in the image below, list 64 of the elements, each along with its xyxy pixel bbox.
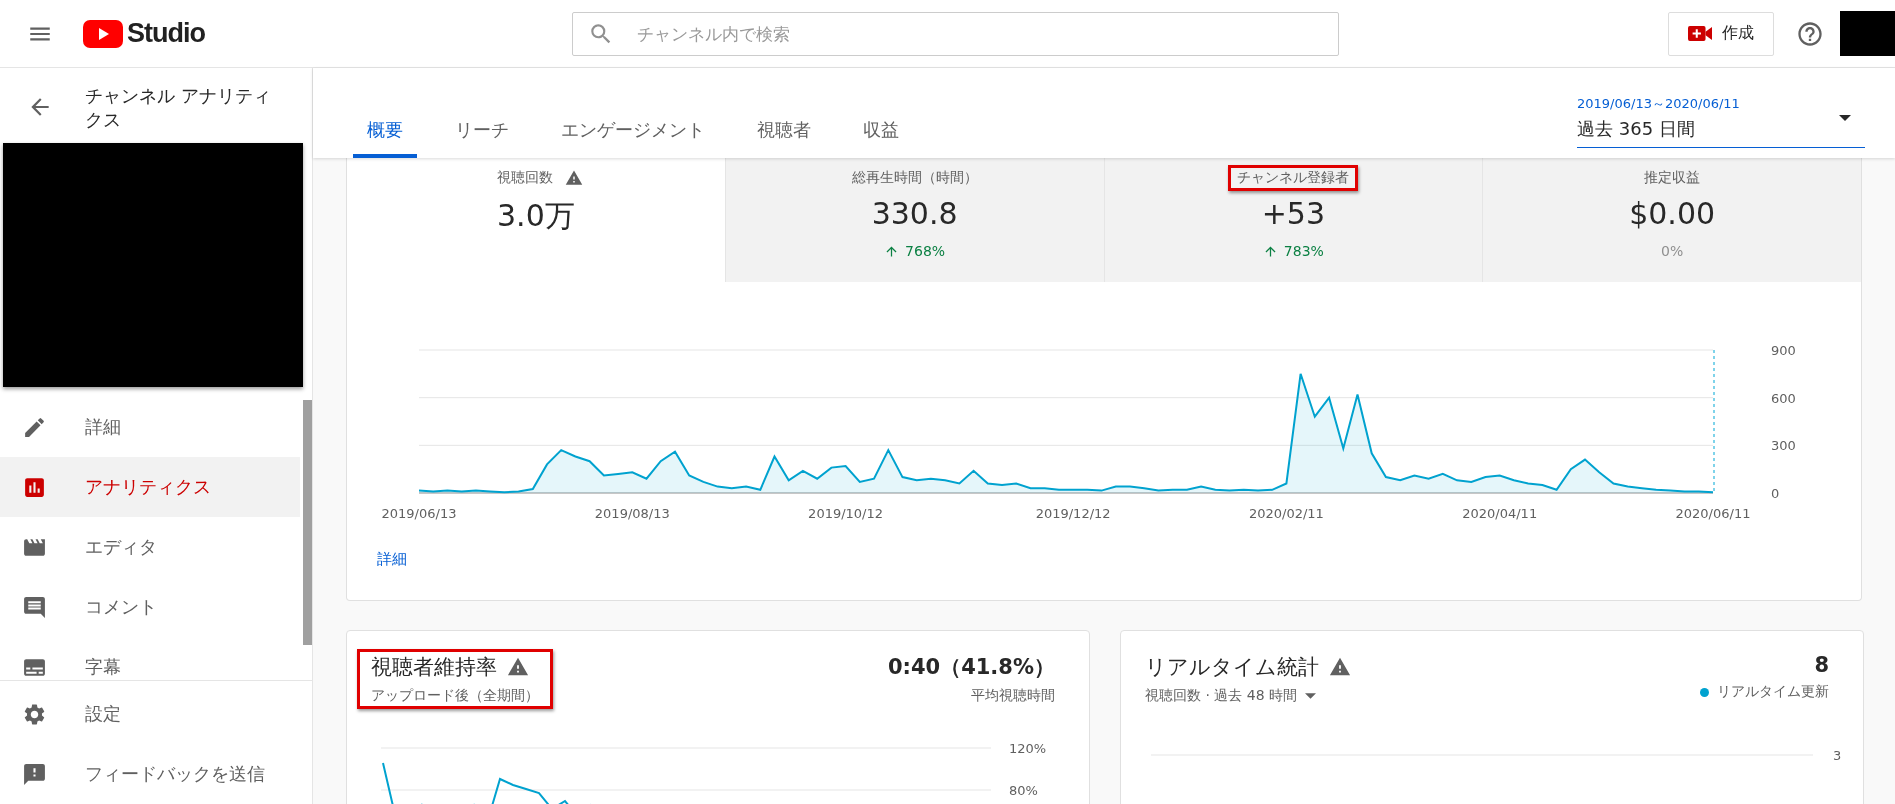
caret-icon [1305,693,1317,699]
nav-item[interactable]: エディタ [0,517,300,577]
logo-text[interactable]: Studio [127,18,205,49]
axis-label: 2019/12/12 [1035,506,1111,521]
stat-value: 0:40（41.8%） [887,654,1055,681]
change-text: 783% [1283,243,1324,259]
tab[interactable]: 視聴者 [743,102,825,158]
metric-label: 推定収益 [1643,168,1702,187]
scrollbar-thumb[interactable] [303,400,312,645]
status-text: リアルタイム更新 [1717,683,1829,701]
axis-label: 300 [1771,438,1796,454]
axis-label: 0 [1771,486,1780,501]
nav-item[interactable]: フィードバックを送信 [0,744,300,804]
axis-label: 80% [1009,783,1038,798]
details-link[interactable]: 詳細 [377,550,407,569]
axis-label: 2019/08/13 [594,506,670,521]
axis-label: 2019/10/12 [808,506,884,521]
axis-label: 600 [1771,390,1796,406]
metric-value: 3.0万 [497,197,575,235]
nav-item[interactable]: 詳細 [0,397,300,457]
axis-label: 120% [1009,741,1047,756]
tab[interactable]: エンゲージメント [547,102,719,158]
change-text: 768% [905,243,946,259]
metric-dropdown[interactable]: 視聴回数 · 過去 48 時間 [1145,687,1351,705]
metric-tile[interactable]: 総再生時間（時間） 330.8 768% [724,158,1104,282]
feedback-icon [22,761,47,787]
metric-tile[interactable]: 推定収益 $0.00 0% [1482,158,1861,282]
card-title: リアルタイム統計 [1145,654,1319,681]
date-range-dropdown[interactable]: 2019/06/13～2020/06/11 過去 365 日間 [1577,95,1865,148]
axis-label: 2019/06/13 [381,506,457,521]
tab[interactable]: 収益 [849,102,913,158]
axis-label: 2020/06/11 [1675,506,1751,521]
card-title: 視聴者維持率 [371,654,497,681]
page-title: チャンネル アナリティクス [85,84,272,132]
axis-label: 2020/04/11 [1462,506,1538,521]
tab[interactable]: リーチ [441,102,523,158]
date-range-text: 2019/06/13～2020/06/11 [1577,95,1741,113]
axis-label: 900 [1771,343,1796,358]
video-camera-plus-icon [1688,25,1712,42]
period-text: 過去 365 日間 [1577,117,1696,141]
stat-value: 8 [1814,653,1829,677]
nav-item[interactable]: 字幕 [0,637,300,680]
nav-item[interactable]: アナリティクス [0,457,300,517]
metric-label: チャンネル登録者 [1228,165,1359,191]
create-button[interactable]: 作成 [1668,11,1774,56]
search-field[interactable]: チャンネル内で検索 [572,11,1339,56]
stat-caption: 平均視聴時間 [971,687,1055,705]
comment-icon [22,594,47,620]
nav-item[interactable]: コメント [0,577,300,637]
play-logo-icon[interactable] [83,19,123,48]
axis-label: 2020/02/11 [1248,506,1324,521]
metric-value: +53 [1261,196,1326,231]
metric-label: 視聴回数 [495,168,554,187]
axis-label: 3 [1833,748,1842,763]
status-dot [1700,687,1709,697]
metric-value: 330.8 [871,196,958,231]
caret-icon [1839,115,1851,121]
metric-tile[interactable]: チャンネル登録者 +53 783% [1103,158,1483,282]
card-subtitle: アップロード後（全期間） [371,687,539,705]
nav-item[interactable]: 設定 [0,684,300,744]
metric-value: $0.00 [1629,196,1716,231]
change-text: 0% [1661,243,1684,259]
metric-label: 総再生時間（時間） [850,168,979,187]
help-icon[interactable] [1796,19,1824,48]
